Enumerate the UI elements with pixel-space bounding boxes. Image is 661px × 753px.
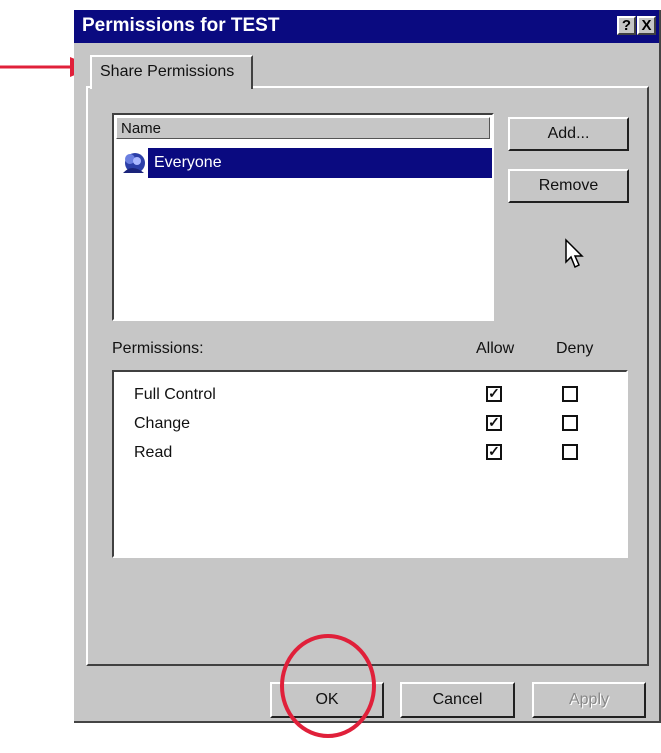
allow-checkbox[interactable]: ✓ [486,444,502,460]
permissions-dialog: Permissions for TEST ? X Share Permissio… [74,10,661,723]
tab-share-permissions[interactable]: Share Permissions [90,55,253,89]
close-button[interactable]: X [637,16,656,35]
allow-checkbox[interactable]: ✓ [486,415,502,431]
tab-label: Share Permissions [100,63,235,80]
permission-row-full-control: Full Control ✓ [114,382,624,410]
list-item-everyone[interactable]: Everyone [118,148,492,178]
cancel-button[interactable]: Cancel [400,682,515,718]
group-icon [123,153,145,173]
permissions-list: Full Control ✓ Change ✓ Read ✓ [112,370,628,558]
title-bar: Permissions for TEST ? X [74,10,659,43]
permissions-label: Permissions: [112,340,204,357]
deny-checkbox[interactable] [562,415,578,431]
allow-checkbox[interactable]: ✓ [486,386,502,402]
deny-column-header: Deny [556,340,594,357]
remove-button[interactable]: Remove [508,169,629,203]
list-item-label: Everyone [154,154,222,171]
deny-checkbox[interactable] [562,444,578,460]
allow-column-header: Allow [476,340,515,357]
apply-button[interactable]: Apply [532,682,646,718]
permission-name: Full Control [134,386,216,403]
permission-name: Read [134,444,173,461]
permission-name: Change [134,415,191,432]
mouse-cursor-icon [565,238,584,269]
add-button[interactable]: Add... [508,117,629,151]
name-column-header[interactable]: Name [116,117,490,139]
window-title: Permissions for TEST [82,15,280,36]
permission-row-read: Read ✓ [114,440,624,468]
deny-checkbox[interactable] [562,386,578,402]
names-listbox[interactable]: Name Everyone [112,113,494,321]
help-button[interactable]: ? [617,16,636,35]
annotation-circle [280,634,376,738]
name-header-label: Name [121,120,162,137]
permission-row-change: Change ✓ [114,411,624,439]
